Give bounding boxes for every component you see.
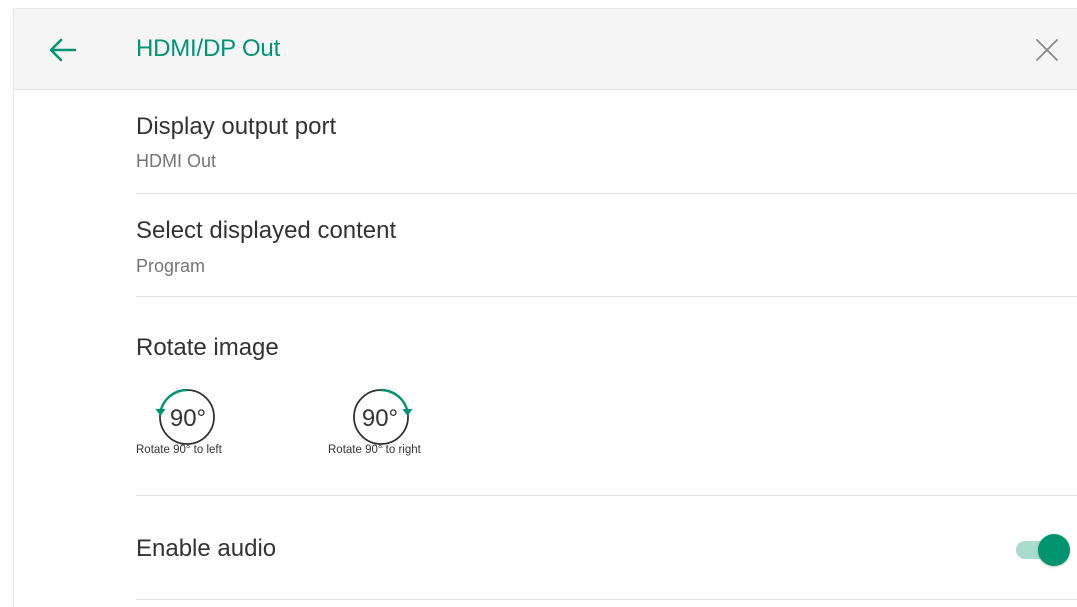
rotate-image-row: Rotate image 90° Rotate 90° to left 90° … [136, 297, 1077, 496]
enable-audio-label: Enable audio [136, 535, 277, 562]
rotate-left-icon: 90° [155, 388, 215, 445]
close-icon [1036, 39, 1058, 61]
svg-text:90°: 90° [362, 405, 398, 432]
select-displayed-content-value: Program [136, 256, 206, 276]
svg-text:90°: 90° [170, 405, 206, 432]
rotate-left-caption: Rotate 90° to left [136, 444, 222, 456]
back-button[interactable] [47, 34, 79, 66]
rotate-left-button[interactable]: 90° Rotate 90° to left [136, 297, 246, 495]
select-displayed-content-label: Select displayed content [136, 217, 397, 244]
toggle-knob [1038, 534, 1070, 566]
enable-audio-row: Enable audio [136, 496, 1077, 600]
rotate-right-caption: Rotate 90° to right [328, 444, 421, 456]
display-output-port-value: HDMI Out [136, 151, 217, 171]
rotate-right-button[interactable]: 90° Rotate 90° to right [326, 297, 456, 495]
select-displayed-content-row[interactable]: Select displayed content Program [136, 194, 1077, 297]
enable-audio-toggle[interactable] [1016, 533, 1070, 566]
settings-panel: HDMI/DP Out Display output port HDMI Out… [14, 9, 1077, 607]
display-output-port-row[interactable]: Display output port HDMI Out [136, 90, 1077, 194]
arrow-left-icon [49, 38, 77, 62]
page-title: HDMI/DP Out [136, 35, 281, 62]
rotate-right-icon: 90° [353, 388, 413, 445]
header-bar: HDMI/DP Out [14, 9, 1077, 90]
close-button[interactable] [1034, 37, 1060, 63]
display-output-port-label: Display output port [136, 113, 337, 140]
